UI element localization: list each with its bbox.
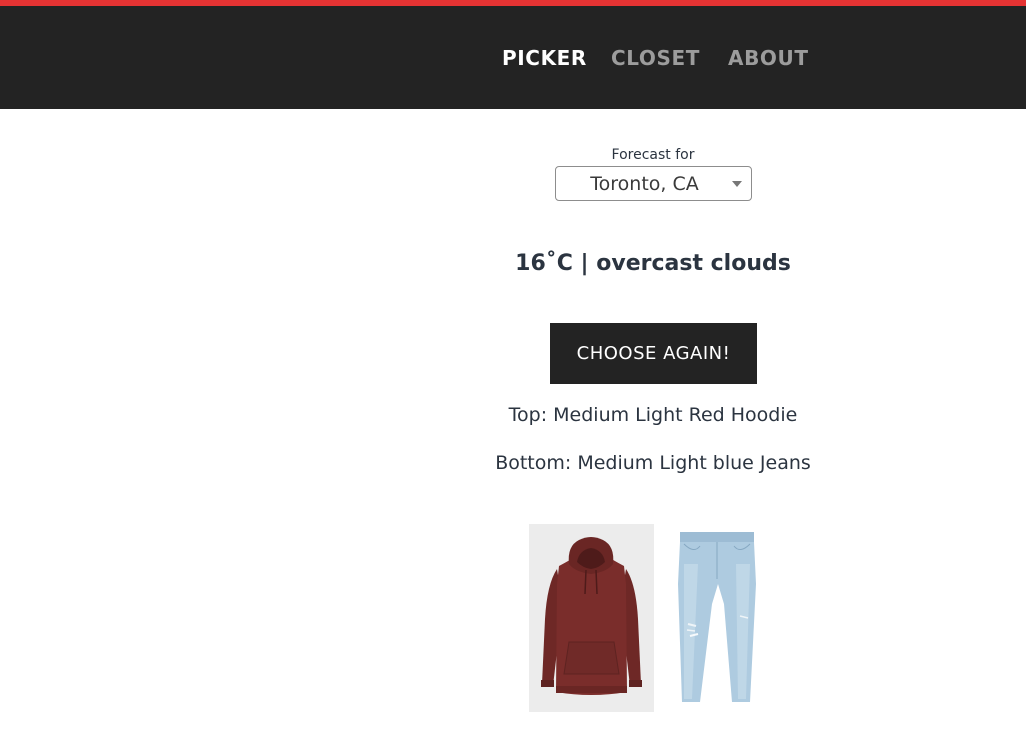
hoodie-image	[529, 524, 654, 712]
hoodie-icon	[541, 537, 642, 695]
nav-about[interactable]: ABOUT	[728, 46, 809, 70]
choose-again-button[interactable]: CHOOSE AGAIN!	[550, 323, 757, 384]
chevron-down-icon	[732, 181, 742, 187]
jeans-icon	[678, 532, 756, 702]
nav-picker[interactable]: PICKER	[502, 46, 587, 70]
weather-summary: 16˚C | overcast clouds	[515, 251, 791, 276]
navbar: PICKER CLOSET ABOUT	[0, 6, 1026, 109]
location-select[interactable]: Toronto, CA	[555, 166, 752, 201]
forecast-label: Forecast for	[611, 147, 695, 163]
location-value: Toronto, CA	[590, 173, 699, 195]
nav-closet[interactable]: CLOSET	[611, 46, 700, 70]
jeans-image	[664, 524, 768, 712]
outfit-top-text: Top: Medium Light Red Hoodie	[508, 404, 798, 426]
outfit-bottom-text: Bottom: Medium Light blue Jeans	[495, 452, 811, 474]
